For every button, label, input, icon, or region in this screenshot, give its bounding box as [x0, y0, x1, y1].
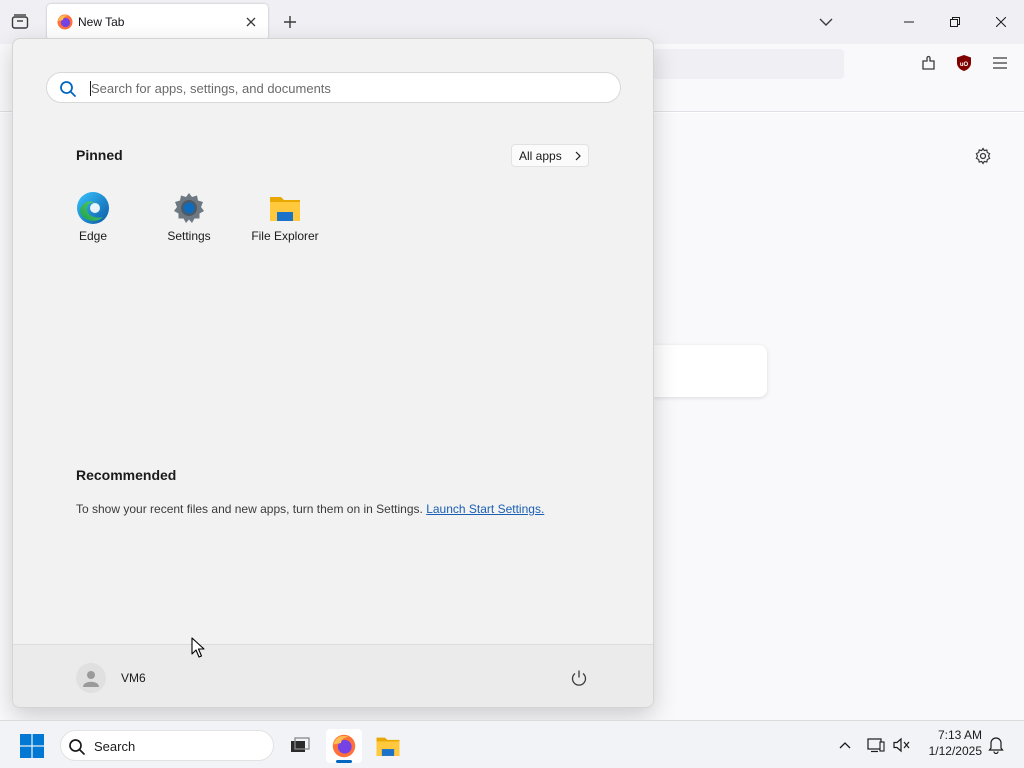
- new-tab-button[interactable]: [280, 12, 300, 32]
- power-icon: [571, 670, 587, 686]
- start-search-input[interactable]: [91, 77, 591, 99]
- app-label: Edge: [78, 229, 108, 243]
- bell-icon: [988, 737, 1004, 754]
- restore-icon: [950, 17, 960, 27]
- minimize-button[interactable]: [886, 0, 932, 44]
- close-icon: [996, 17, 1006, 27]
- file-explorer-icon: [376, 737, 400, 756]
- pinned-app-file-explorer[interactable]: File Explorer: [240, 189, 330, 249]
- chevron-right-icon: [575, 151, 581, 161]
- pinned-app-edge[interactable]: Edge: [48, 189, 138, 249]
- taskbar-file-explorer[interactable]: [370, 729, 406, 763]
- all-apps-label: All apps: [519, 148, 562, 163]
- network-icon: [867, 738, 885, 753]
- network-button[interactable]: [866, 735, 886, 755]
- tab-title: New Tab: [78, 15, 125, 29]
- user-account-button[interactable]: VM6: [76, 661, 146, 695]
- ublock-origin-button[interactable]: uO: [953, 52, 975, 74]
- volume-muted-icon: [893, 737, 910, 753]
- app-menu-button[interactable]: [989, 52, 1011, 74]
- power-button[interactable]: [568, 667, 590, 689]
- search-icon: [60, 81, 76, 97]
- tab-close-button[interactable]: [243, 14, 259, 30]
- avatar: [76, 663, 106, 693]
- clock-time: 7:13 AM: [937, 728, 982, 742]
- text-cursor: [90, 81, 91, 96]
- svg-text:uO: uO: [960, 62, 969, 68]
- restore-button[interactable]: [932, 0, 978, 44]
- all-apps-button[interactable]: All apps: [511, 144, 589, 167]
- start-menu-footer: VM6: [13, 644, 653, 707]
- taskbar: Search 7:13 AM 1/12/2025: [0, 720, 1024, 768]
- close-window-button[interactable]: [978, 0, 1024, 44]
- task-view-button[interactable]: [282, 729, 318, 763]
- recommended-message-text: To show your recent files and new apps, …: [76, 502, 423, 516]
- app-label: Settings: [167, 229, 211, 243]
- plus-icon: [284, 16, 296, 28]
- taskbar-search[interactable]: Search: [60, 730, 274, 761]
- extensions-icon: [922, 55, 935, 70]
- start-button[interactable]: [14, 731, 50, 761]
- gear-icon: [975, 147, 991, 165]
- minimize-icon: [904, 21, 914, 23]
- tray-clock[interactable]: 7:13 AM 1/12/2025: [912, 727, 982, 759]
- firefox-icon: [332, 734, 356, 758]
- active-app-indicator: [336, 760, 352, 763]
- page-settings-button[interactable]: [972, 145, 994, 167]
- tab-list-icon: [11, 14, 29, 29]
- tab-list-button[interactable]: [8, 10, 32, 34]
- mouse-cursor-icon: [191, 637, 205, 658]
- list-all-tabs-button[interactable]: [816, 12, 836, 32]
- taskbar-search-label: Search: [94, 739, 136, 754]
- recommended-message: To show your recent files and new apps, …: [76, 502, 544, 516]
- launch-start-settings-link[interactable]: Launch Start Settings.: [426, 502, 544, 516]
- folder-icon: [270, 197, 300, 221]
- start-search-box[interactable]: [46, 72, 621, 103]
- taskbar-firefox[interactable]: [326, 729, 362, 763]
- volume-button[interactable]: [892, 735, 912, 755]
- user-name: VM6: [121, 671, 146, 685]
- search-icon: [69, 739, 85, 755]
- close-icon: [246, 17, 256, 27]
- recommended-title: Recommended: [76, 467, 177, 483]
- show-hidden-icons-button[interactable]: [835, 735, 855, 755]
- extensions-button[interactable]: [918, 52, 940, 74]
- user-icon: [83, 671, 99, 687]
- chevron-up-icon: [839, 742, 851, 749]
- ublock-origin-icon: uO: [957, 55, 971, 71]
- chevron-down-icon: [819, 18, 833, 26]
- task-view-icon: [291, 737, 310, 752]
- settings-gear-icon: [174, 193, 204, 223]
- windows-start-icon: [20, 734, 44, 758]
- clock-date: 1/12/2025: [928, 744, 982, 758]
- notifications-button[interactable]: [986, 735, 1006, 755]
- hamburger-menu-icon: [993, 57, 1007, 69]
- firefox-icon: [57, 14, 73, 30]
- pinned-app-settings[interactable]: Settings: [144, 189, 234, 249]
- app-label: File Explorer: [251, 229, 319, 243]
- browser-tab[interactable]: New Tab: [47, 4, 268, 40]
- edge-icon: [77, 192, 109, 224]
- start-menu: Pinned All apps Edge Settings Fi: [12, 38, 654, 708]
- pinned-title: Pinned: [76, 147, 123, 163]
